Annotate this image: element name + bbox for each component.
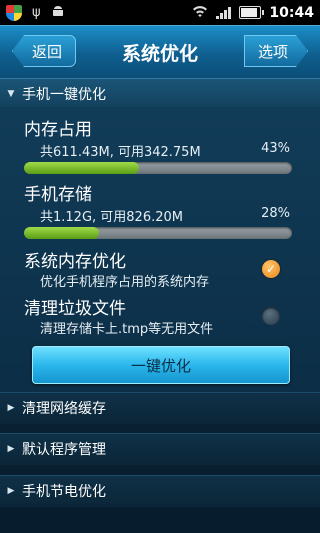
memory-progress-fill (24, 162, 140, 174)
collapsed-arrow-icon: ▶ (7, 403, 15, 413)
memory-percent: 43% (261, 141, 290, 156)
memory-detail: 共611.43M, 可用342.75M (40, 145, 201, 160)
status-bar: ψ 10:44 (0, 0, 320, 25)
wifi-icon (192, 5, 208, 21)
options-button[interactable]: 选项 (244, 35, 308, 67)
battery-icon (239, 6, 265, 19)
expanded-arrow-icon: ▼ (7, 89, 15, 99)
memory-title: 内存占用 (24, 120, 92, 140)
collapsed-arrow-icon: ▶ (7, 444, 15, 454)
clean-junk-checkbox[interactable] (262, 307, 280, 325)
storage-title: 手机存储 (24, 185, 92, 205)
option-system-memory-title[interactable]: 系统内存优化 (24, 247, 126, 272)
storage-progress-fill (24, 227, 100, 239)
section-header-network-cache[interactable]: ▶ 清理网络缓存 (0, 392, 320, 424)
android-icon (51, 4, 65, 22)
section-label: 默认程序管理 (22, 442, 106, 458)
option-clean-junk-desc: 清理存储卡上.tmp等无用文件 (40, 322, 214, 337)
storage-progress-bar (24, 227, 292, 239)
memory-progress-bar (24, 162, 292, 174)
signal-icon (216, 6, 232, 19)
title-bar: 返回 系统优化 选项 (0, 25, 320, 80)
clock: 10:44 (269, 4, 314, 21)
storage-detail: 共1.12G, 可用826.20M (40, 210, 183, 225)
system-memory-checkbox[interactable]: ✓ (262, 260, 280, 278)
section-label: 手机节电优化 (22, 484, 106, 500)
section-header-power-saving[interactable]: ▶ 手机节电优化 (0, 475, 320, 507)
section-header-default-programs[interactable]: ▶ 默认程序管理 (0, 433, 320, 465)
one-key-optimize-button[interactable]: 一键优化 (32, 346, 290, 384)
section-label: 手机一键优化 (22, 87, 106, 103)
section-header-one-key[interactable]: ▼ 手机一键优化 (0, 78, 320, 110)
option-system-memory-desc: 优化手机程序占用的系统内存 (40, 275, 210, 290)
storage-percent: 28% (261, 206, 290, 221)
option-clean-junk-title[interactable]: 清理垃圾文件 (24, 294, 126, 319)
shield-icon (6, 4, 22, 21)
usb-icon: ψ (32, 5, 41, 20)
section-label: 清理网络缓存 (22, 401, 106, 417)
collapsed-arrow-icon: ▶ (7, 486, 15, 496)
